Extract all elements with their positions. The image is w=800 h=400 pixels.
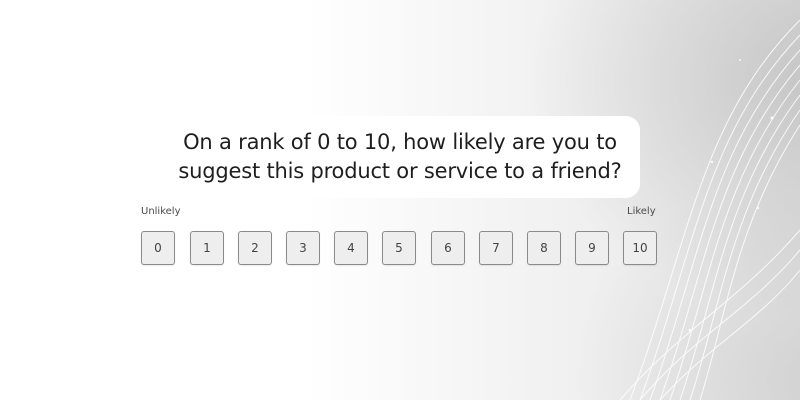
rating-option-2[interactable]: 2 bbox=[238, 231, 272, 265]
scale-label-low: Unlikely bbox=[141, 206, 181, 217]
rating-option-10[interactable]: 10 bbox=[623, 231, 657, 265]
scale-label-high: Likely bbox=[627, 206, 656, 217]
rating-option-1[interactable]: 1 bbox=[190, 231, 224, 265]
question-line-2: suggest this product or service to a fri… bbox=[178, 159, 622, 183]
question-line-1: On a rank of 0 to 10, how likely are you… bbox=[183, 130, 617, 154]
rating-option-5[interactable]: 5 bbox=[382, 231, 416, 265]
rating-option-4[interactable]: 4 bbox=[334, 231, 368, 265]
rating-scale: 0 1 2 3 4 5 6 7 8 9 10 bbox=[141, 231, 661, 269]
rating-option-3[interactable]: 3 bbox=[286, 231, 320, 265]
rating-option-7[interactable]: 7 bbox=[479, 231, 513, 265]
rating-option-8[interactable]: 8 bbox=[527, 231, 561, 265]
rating-option-6[interactable]: 6 bbox=[431, 231, 465, 265]
question-card: On a rank of 0 to 10, how likely are you… bbox=[160, 116, 640, 198]
rating-option-0[interactable]: 0 bbox=[141, 231, 175, 265]
decorative-waves bbox=[619, 19, 800, 400]
rating-option-9[interactable]: 9 bbox=[575, 231, 609, 265]
